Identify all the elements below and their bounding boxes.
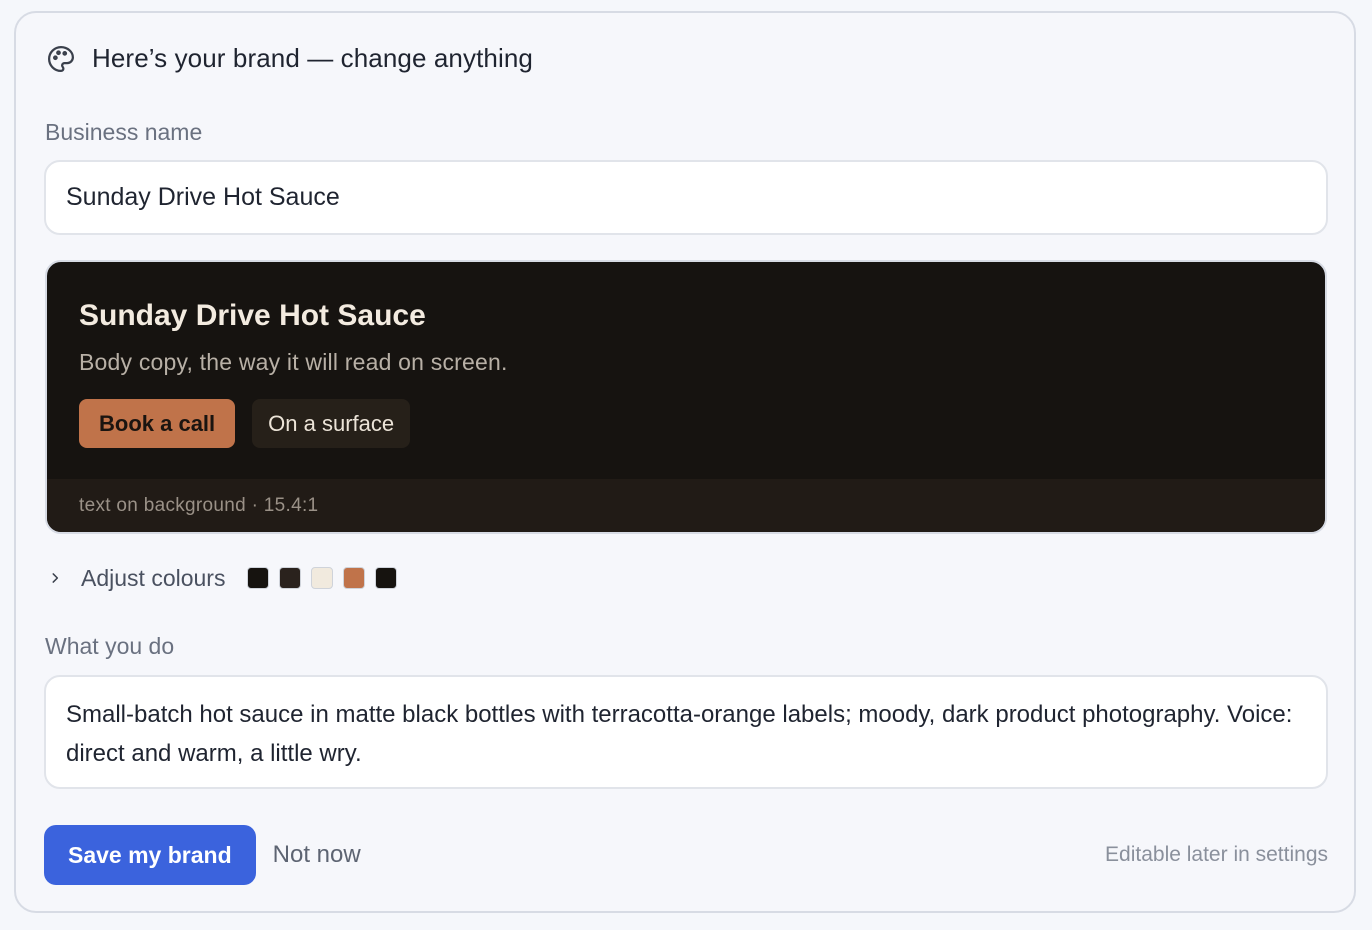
colour-swatch	[247, 567, 270, 589]
preview-surface-button[interactable]: On a surface	[252, 399, 411, 448]
brand-card: Here’s your brand — change anything Busi…	[14, 11, 1356, 913]
contrast-note: text on background · 15.4:1	[47, 479, 1325, 532]
preview-primary-button[interactable]: Book a call	[79, 399, 236, 448]
business-name-input[interactable]	[44, 160, 1328, 235]
card-header: Here’s your brand — change anything	[46, 43, 533, 74]
what-you-do-label: What you do	[45, 633, 175, 659]
save-brand-button[interactable]: Save my brand	[44, 825, 256, 885]
colour-swatch	[311, 567, 334, 589]
preview-title: Sunday Drive Hot Sauce	[79, 299, 426, 332]
colour-swatch	[279, 567, 302, 589]
what-you-do-field[interactable]: Small-batch hot sauce in matte black bot…	[44, 675, 1328, 789]
colour-swatch	[343, 567, 366, 589]
action-bar: Save my brand Not now Editable later in …	[44, 825, 1328, 885]
brand-preview: Sunday Drive Hot Sauce Body copy, the wa…	[45, 260, 1327, 534]
preview-buttons: Book a call On a surface	[79, 399, 411, 448]
preview-body-text: Body copy, the way it will read on scree…	[79, 349, 508, 375]
not-now-link[interactable]: Not now	[273, 841, 361, 869]
adjust-colours-toggle[interactable]: Adjust colours	[45, 560, 398, 596]
business-name-label: Business name	[45, 119, 203, 145]
colour-swatch	[375, 567, 398, 589]
page-title: Here’s your brand — change anything	[92, 43, 533, 73]
palette-icon	[46, 44, 76, 74]
adjust-colours-label: Adjust colours	[81, 564, 226, 591]
colour-swatches	[247, 567, 398, 589]
editable-later-note: Editable later in settings	[1105, 843, 1328, 866]
chevron-right-icon	[45, 568, 65, 588]
